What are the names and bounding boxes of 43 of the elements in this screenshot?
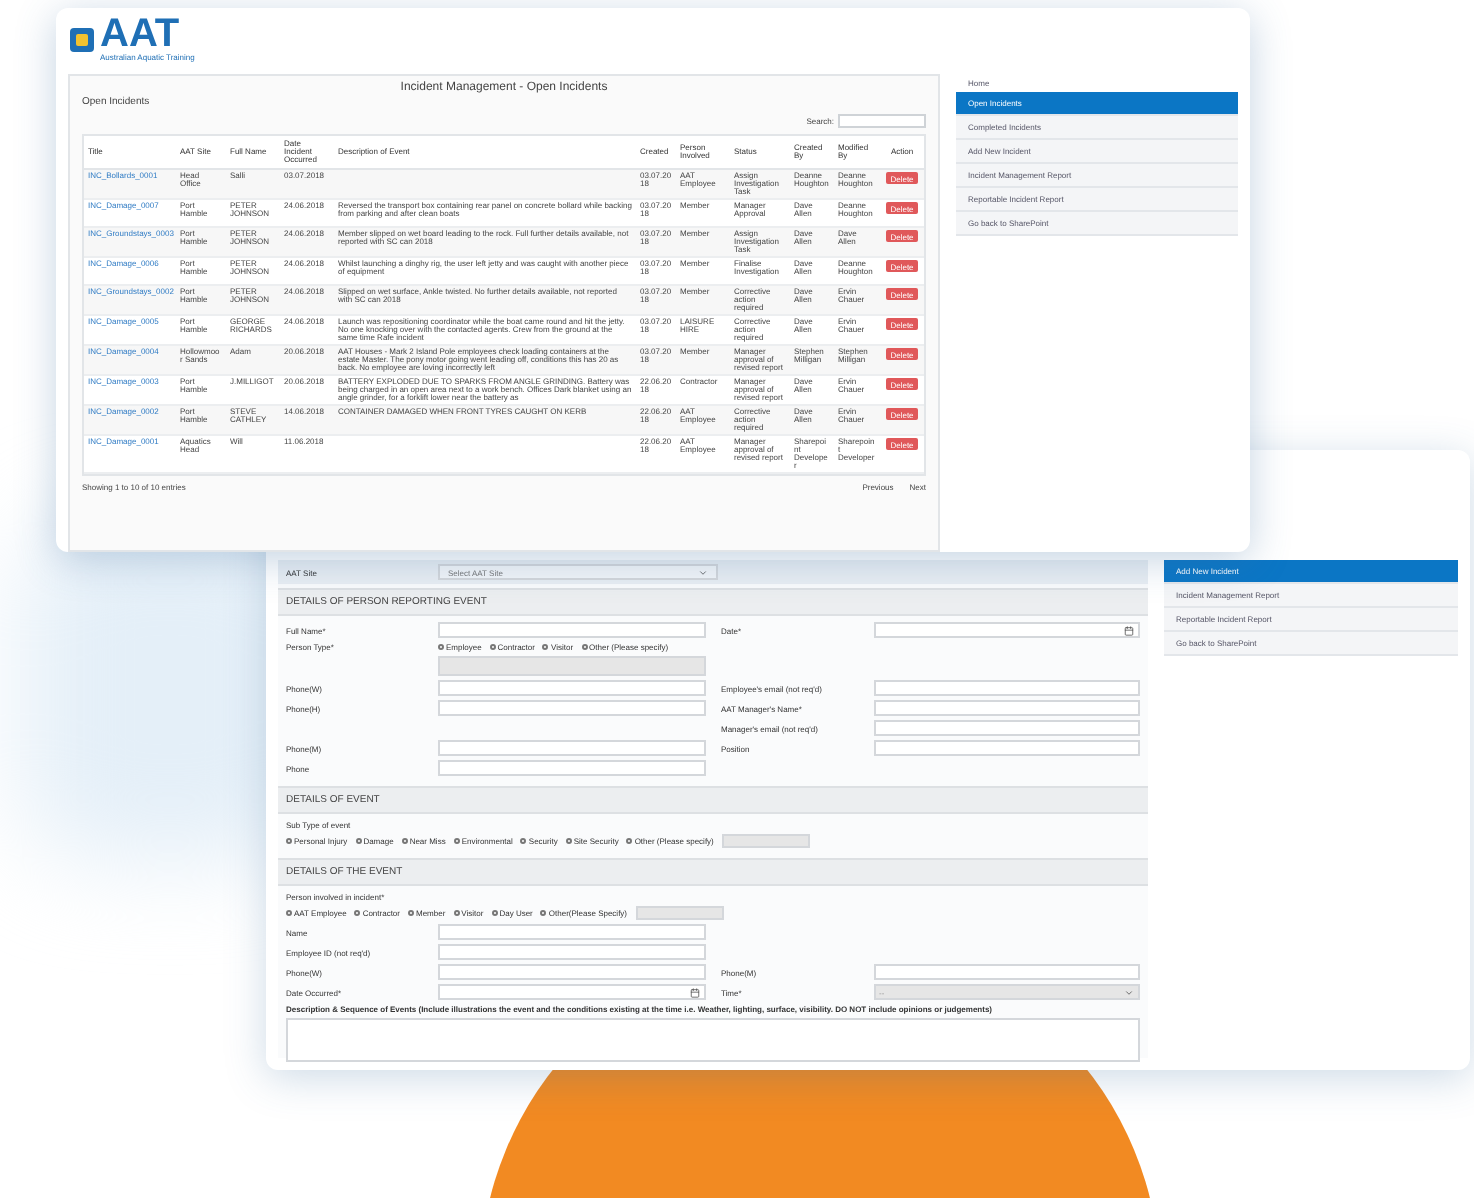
input-field[interactable] xyxy=(873,680,1140,696)
radio-button[interactable] xyxy=(565,838,572,844)
search-field[interactable] xyxy=(838,114,926,128)
input-field[interactable] xyxy=(873,700,1140,716)
radio-button[interactable] xyxy=(438,644,444,650)
radio-button[interactable] xyxy=(453,838,460,844)
radio-button[interactable] xyxy=(626,838,633,844)
other-input-field[interactable] xyxy=(721,834,810,848)
radio-button[interactable] xyxy=(354,910,361,916)
input-field[interactable] xyxy=(873,740,1140,756)
logo-icon xyxy=(68,25,96,53)
radio-button[interactable] xyxy=(286,838,292,844)
input-field[interactable] xyxy=(873,720,1140,736)
radio-button[interactable] xyxy=(355,838,362,844)
input-field[interactable] xyxy=(438,740,705,756)
other-input-field[interactable] xyxy=(635,906,724,920)
logo-text: AAT xyxy=(100,16,180,52)
input-field[interactable] xyxy=(438,622,705,638)
caret-icon xyxy=(1124,987,1134,997)
input-field[interactable] xyxy=(438,984,705,1000)
input-field[interactable] xyxy=(438,760,705,776)
radio-button[interactable] xyxy=(491,910,498,916)
radio-button[interactable] xyxy=(520,838,527,844)
radio-button[interactable] xyxy=(542,644,549,650)
input-field[interactable] xyxy=(438,700,705,716)
radio-button[interactable] xyxy=(540,910,547,916)
other-input-field[interactable] xyxy=(438,656,705,676)
radio-button[interactable] xyxy=(401,838,408,844)
input-field[interactable] xyxy=(438,680,705,696)
radio-button[interactable] xyxy=(489,644,496,650)
radio-button[interactable] xyxy=(408,910,414,916)
input-field[interactable] xyxy=(438,944,705,960)
radio-button[interactable] xyxy=(581,644,588,650)
input-field[interactable] xyxy=(873,964,1140,980)
calendar-icon[interactable] xyxy=(689,987,699,997)
text-area[interactable] xyxy=(286,1018,1140,1062)
input-field[interactable] xyxy=(438,964,705,980)
radio-button[interactable] xyxy=(453,910,460,916)
radio-button[interactable] xyxy=(286,910,292,916)
caret-icon xyxy=(698,567,708,577)
calendar-icon[interactable] xyxy=(1124,625,1134,635)
input-field[interactable] xyxy=(438,924,705,940)
input-field[interactable] xyxy=(873,622,1140,638)
